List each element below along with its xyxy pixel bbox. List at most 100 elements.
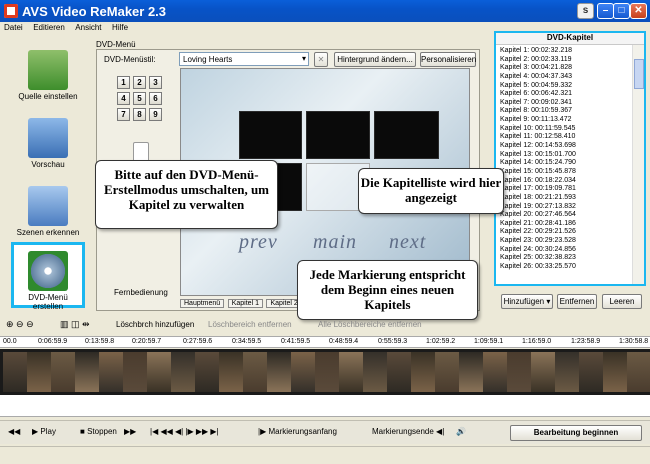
num-8-button[interactable]: 8 (133, 108, 146, 121)
menu-help[interactable]: Hilfe (108, 22, 132, 33)
callout-markers: Jede Markierung entspricht dem Beginn ei… (297, 260, 478, 320)
num-5-button[interactable]: 5 (133, 92, 146, 105)
mark-out-label: Markierungsende (372, 427, 434, 436)
play-button[interactable]: ▶ Play (32, 424, 56, 440)
timeline-filmstrip[interactable] (0, 349, 650, 395)
menu-file[interactable]: Datei (0, 22, 27, 33)
title-bar: AVS Video ReMaker 2.3 s – □ ✕ (0, 0, 650, 22)
zoom-icons[interactable]: ⊕ ⊖ ⊖ (6, 319, 34, 330)
minimize-button[interactable]: – (597, 3, 614, 19)
chapter-list-item[interactable]: Kapitel 21: 00:28:41.186 (500, 220, 632, 229)
nav-next[interactable]: next (389, 231, 426, 254)
num-2-button[interactable]: 2 (133, 76, 146, 89)
nav-prev[interactable]: prev (239, 231, 278, 254)
film-frame (75, 352, 99, 392)
menu-view[interactable]: Ansicht (71, 22, 105, 33)
chapter-list-item[interactable]: Kapitel 14: 00:15:24.790 (500, 159, 632, 168)
add-chapter-button[interactable]: Hinzufügen ▾ (501, 294, 553, 309)
ruler-tick: 0:41:59.5 (281, 338, 311, 345)
remove-style-button[interactable]: ✕ (314, 52, 328, 67)
mark-in-button[interactable]: |▶ Markierungsanfang (258, 424, 337, 440)
chapter-list-item[interactable]: Kapitel 6: 00:06:42.321 (500, 90, 632, 99)
chapter-list-item[interactable]: Kapitel 20: 00:27:46.564 (500, 211, 632, 220)
menu-thumbnail-2[interactable] (306, 111, 370, 159)
menu-thumbnail-3[interactable] (374, 111, 439, 159)
personalize-button[interactable]: Personalisieren (420, 52, 476, 67)
film-frame (267, 352, 291, 392)
num-1-button[interactable]: 1 (117, 76, 130, 89)
start-processing-button[interactable]: Bearbeitung beginnen (510, 425, 642, 441)
menu-edit[interactable]: Editieren (29, 22, 69, 33)
chapter-list-item[interactable]: Kapitel 3: 00:04:21.828 (500, 64, 632, 73)
num-9-button[interactable]: 9 (149, 108, 162, 121)
nav-main[interactable]: main (313, 231, 357, 254)
add-chapter-label: Hinzufügen (503, 297, 545, 306)
scroll-thumb[interactable] (634, 59, 644, 89)
num-6-button[interactable]: 6 (149, 92, 162, 105)
chapter-list-item[interactable]: Kapitel 12: 00:14:53.698 (500, 142, 632, 151)
prev-icon[interactable]: ◀◀ (8, 424, 20, 440)
film-frame (507, 352, 531, 392)
remove-cut-button[interactable]: Löschbereich entfernen (208, 320, 292, 329)
chapter-list-item[interactable]: Kapitel 23: 00:29:23.528 (500, 237, 632, 246)
menu-thumbnail-1[interactable] (239, 111, 302, 159)
fit-icons[interactable]: ▥ ◫ ⇹ (60, 319, 90, 330)
volume-icon[interactable]: 🔊 (456, 424, 466, 440)
chapter-list-item[interactable]: Kapitel 5: 00:04:59.332 (500, 82, 632, 91)
chapter-list-item[interactable]: Kapitel 26: 00:33:25.570 (500, 263, 632, 272)
ruler-tick: 0:27:59.6 (183, 338, 213, 345)
film-frame (27, 352, 51, 392)
tab-chapter-1[interactable]: Kapitel 1 (227, 299, 263, 308)
remove-chapter-button[interactable]: Entfernen (557, 294, 597, 309)
chapter-list-item[interactable]: Kapitel 13: 00:15:01.700 (500, 151, 632, 160)
chapter-panel-title: DVD-Kapitel (496, 33, 644, 45)
chapter-list-item[interactable]: Kapitel 22: 00:29:21.526 (500, 228, 632, 237)
film-frame (171, 352, 195, 392)
clear-chapters-button[interactable]: Leeren (602, 294, 642, 309)
chapter-list-item[interactable]: Kapitel 16: 00:18:22.034 (500, 177, 632, 186)
chapter-list-item[interactable]: Kapitel 8: 00:10:59.367 (500, 107, 632, 116)
ruler-tick: 0:06:59.9 (38, 338, 68, 345)
timeline-tracks[interactable] (0, 395, 650, 417)
chapter-list-item[interactable]: Kapitel 4: 00:04:37.343 (500, 73, 632, 82)
frame-nav-icons[interactable]: |◀ ◀◀ ◀| |▶ ▶▶ ▶| (150, 424, 219, 440)
film-frame (411, 352, 435, 392)
sidebar-item-scenes[interactable]: Szenen erkennen (11, 180, 85, 242)
add-cut-button[interactable]: Löschbrch hinzufügen (116, 320, 194, 329)
sidebar-item-dvd-menu[interactable]: DVD-Menü erstellen (11, 242, 85, 311)
chapter-list-item[interactable]: Kapitel 7: 00:09:02.341 (500, 99, 632, 108)
num-3-button[interactable]: 3 (149, 76, 162, 89)
chapter-list-item[interactable]: Kapitel 24: 00:30:24.856 (500, 246, 632, 255)
remote-label: Fernbedienung (114, 288, 168, 297)
num-7-button[interactable]: 7 (117, 108, 130, 121)
background-button[interactable]: Hintergrund ändern... (334, 52, 416, 67)
chapter-list-item[interactable]: Kapitel 15: 00:15:45.878 (500, 168, 632, 177)
remove-all-cuts-button[interactable]: Alle Löschbereiche entfernen (318, 320, 422, 329)
sidebar-item-preview[interactable]: Vorschau (11, 112, 85, 174)
stop-label: Stoppen (87, 427, 117, 436)
chapter-list[interactable]: Kapitel 1: 00:02:32.218 Kapitel 2: 00:02:… (500, 47, 632, 272)
style-select[interactable]: Loving Hearts ▾ (179, 52, 309, 66)
tab-main-menu[interactable]: Hauptmenü (180, 299, 225, 308)
film-frame (579, 352, 603, 392)
sidebar-item-source[interactable]: Quelle einstellen (11, 44, 85, 106)
chapter-list-item[interactable]: Kapitel 18: 00:21:21.593 (500, 194, 632, 203)
stop-button[interactable]: ■ Stoppen (80, 424, 117, 440)
chapter-list-item[interactable]: Kapitel 17: 00:19:09.781 (500, 185, 632, 194)
chapter-list-item[interactable]: Kapitel 9: 00:11:13.472 (500, 116, 632, 125)
maximize-button[interactable]: □ (613, 3, 630, 19)
chapter-list-item[interactable]: Kapitel 1: 00:02:32.218 (500, 47, 632, 56)
chapter-list-item[interactable]: Kapitel 10: 00:11:59.545 (500, 125, 632, 134)
num-4-button[interactable]: 4 (117, 92, 130, 105)
close-button[interactable]: ✕ (630, 3, 647, 19)
ruler-tick: 0:20:59.7 (132, 338, 162, 345)
chapter-list-item[interactable]: Kapitel 11: 00:12:58.410 (500, 133, 632, 142)
next-icon[interactable]: ▶▶ (124, 424, 136, 440)
film-frame (243, 352, 267, 392)
chapter-list-item[interactable]: Kapitel 2: 00:02:33.119 (500, 56, 632, 65)
chapter-list-item[interactable]: Kapitel 19: 00:27:13.832 (500, 203, 632, 212)
chapter-list-item[interactable]: Kapitel 25: 00:32:38.823 (500, 254, 632, 263)
chapter-scrollbar[interactable] (632, 45, 644, 284)
skin-button[interactable]: s (577, 3, 594, 19)
mark-out-button[interactable]: Markierungsende ◀| (372, 424, 444, 440)
